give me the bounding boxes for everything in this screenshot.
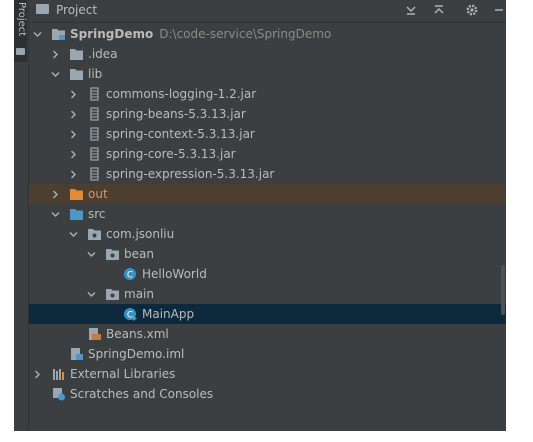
panel-title[interactable]: Project	[56, 1, 97, 19]
chevron-right-icon[interactable]	[69, 110, 78, 119]
project-tree: SpringDemo D:\code-service\SpringDemo .id…	[29, 24, 506, 431]
tree-node-jar[interactable]: spring-context-5.3.13.jar	[29, 124, 506, 144]
runnable-class-icon: C	[124, 308, 137, 321]
tree-node-label: SpringDemo D:\code-service\SpringDemo	[70, 24, 331, 44]
spring-xml-icon	[89, 328, 101, 340]
project-name: SpringDemo	[70, 27, 154, 41]
tree-node-label: MainApp	[142, 307, 195, 321]
tree-node-label: spring-context-5.3.13.jar	[106, 127, 255, 141]
collapse-all-icon[interactable]	[404, 3, 418, 17]
jar-icon	[90, 167, 99, 181]
svg-text:C: C	[127, 311, 133, 321]
project-path: D:\code-service\SpringDemo	[159, 27, 332, 41]
folder-icon	[70, 69, 83, 80]
gear-icon[interactable]	[465, 3, 479, 17]
chevron-right-icon[interactable]	[51, 50, 60, 59]
chevron-right-icon[interactable]	[51, 190, 60, 199]
tree-node-src[interactable]: src	[29, 204, 506, 224]
tree-node-lib[interactable]: lib	[29, 64, 506, 84]
chevron-down-icon[interactable]	[69, 230, 78, 239]
jar-icon	[90, 147, 99, 161]
tree-node-label: commons-logging-1.2.jar	[106, 87, 257, 101]
chevron-down-icon[interactable]	[87, 290, 96, 299]
project-side-tab[interactable]: Project	[14, 0, 27, 62]
tree-node-scratches[interactable]: Scratches and Consoles	[29, 384, 506, 404]
tree-node-label: main	[124, 287, 154, 301]
jar-icon	[90, 87, 99, 101]
tree-node-jar[interactable]: spring-beans-5.3.13.jar	[29, 104, 506, 124]
tree-node-project-root[interactable]: SpringDemo D:\code-service\SpringDemo	[29, 24, 506, 44]
scroll-from-source-icon[interactable]	[432, 3, 446, 17]
tree-node-out[interactable]: out	[29, 184, 506, 204]
tree-node-label: Scratches and Consoles	[70, 387, 214, 401]
tree-node-class-helloworld[interactable]: C HelloWorld	[29, 264, 506, 284]
tree-node-label: HelloWorld	[142, 267, 207, 281]
tree-node-label: .idea	[88, 47, 118, 61]
jar-icon	[90, 127, 99, 141]
chevron-down-icon[interactable]	[51, 210, 60, 219]
svg-text:C: C	[127, 271, 133, 281]
scratches-icon	[53, 388, 65, 401]
folder-icon	[36, 4, 49, 14]
package-icon	[106, 289, 119, 300]
tree-node-iml[interactable]: SpringDemo.iml	[29, 344, 506, 364]
project-panel-header: Project	[29, 0, 506, 23]
tree-node-label: src	[88, 207, 106, 221]
tree-node-external-libraries[interactable]: External Libraries	[29, 364, 506, 384]
tree-node-class-mainapp[interactable]: C MainApp	[29, 304, 506, 324]
tree-node-package[interactable]: com.jsonliu	[29, 224, 506, 244]
chevron-right-icon[interactable]	[69, 170, 78, 179]
libraries-icon	[53, 369, 64, 380]
iml-module-file-icon	[71, 348, 83, 360]
chevron-right-icon[interactable]	[69, 130, 78, 139]
vertical-scrollbar[interactable]	[501, 265, 505, 315]
folder-icon	[16, 48, 25, 55]
source-folder-icon	[70, 209, 83, 220]
package-icon	[88, 229, 101, 240]
tree-node-label: spring-core-5.3.13.jar	[106, 147, 236, 161]
tree-node-idea[interactable]: .idea	[29, 44, 506, 64]
left-tool-strip: Project	[14, 0, 29, 431]
tree-node-label: SpringDemo.iml	[88, 347, 185, 361]
chevron-right-icon[interactable]	[69, 150, 78, 159]
tree-node-jar[interactable]: commons-logging-1.2.jar	[29, 84, 506, 104]
tree-node-label: External Libraries	[70, 367, 176, 381]
chevron-down-icon[interactable]	[87, 250, 96, 259]
tree-node-label: Beans.xml	[106, 327, 169, 341]
project-tool-window: Project Project SpringDemo D:\code-servic…	[14, 0, 506, 431]
tree-node-beans-xml[interactable]: Beans.xml	[29, 324, 506, 344]
tree-node-package-main[interactable]: main	[29, 284, 506, 304]
tree-node-label: spring-expression-5.3.13.jar	[106, 167, 275, 181]
tree-node-jar[interactable]: spring-expression-5.3.13.jar	[29, 164, 506, 184]
folder-icon	[70, 49, 83, 60]
chevron-down-icon[interactable]	[51, 70, 60, 79]
hide-panel-icon[interactable]	[492, 3, 506, 17]
project-side-tab-label: Project	[16, 2, 27, 37]
tree-node-jar[interactable]: spring-core-5.3.13.jar	[29, 144, 506, 164]
chevron-down-icon[interactable]	[33, 30, 42, 39]
excluded-folder-icon	[70, 189, 83, 200]
chevron-right-icon[interactable]	[33, 370, 42, 379]
tree-node-label: out	[88, 187, 108, 201]
package-icon	[106, 249, 119, 260]
tree-node-label: spring-beans-5.3.13.jar	[106, 107, 246, 121]
chevron-right-icon[interactable]	[69, 90, 78, 99]
tree-node-label: com.jsonliu	[106, 227, 175, 241]
module-folder-icon	[52, 29, 65, 40]
jar-icon	[90, 107, 99, 121]
tree-node-label: lib	[88, 67, 103, 81]
java-class-icon: C	[124, 268, 136, 281]
tree-node-label: bean	[124, 247, 154, 261]
tree-node-package-bean[interactable]: bean	[29, 244, 506, 264]
